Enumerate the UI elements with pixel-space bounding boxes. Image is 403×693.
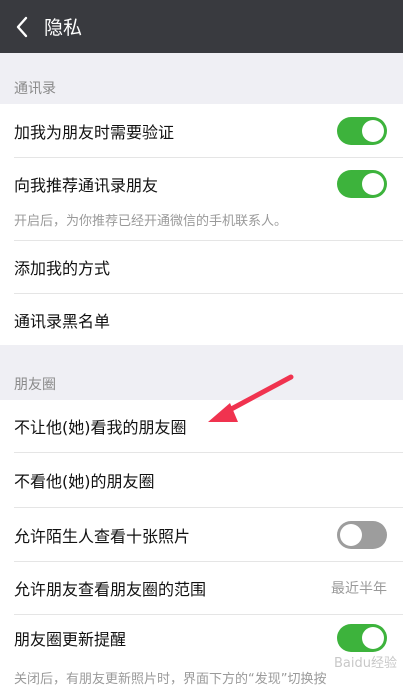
strangers-toggle[interactable] xyxy=(337,520,387,549)
update-remind-toggle[interactable] xyxy=(337,624,387,652)
toggle-knob xyxy=(362,119,384,142)
row-blacklist[interactable]: 通讯录黑名单 xyxy=(0,294,403,345)
chevron-left-icon xyxy=(16,16,28,37)
row-label: 添加我的方式 xyxy=(14,259,111,278)
annotation-arrow-icon xyxy=(208,374,294,422)
update-note: 关闭后，有朋友更新照片时，界面下方的“发现”切换按 xyxy=(14,672,327,687)
verify-toggle[interactable] xyxy=(337,116,387,145)
row-label: 不看他(她)的朋友圈 xyxy=(14,472,155,491)
back-button[interactable] xyxy=(2,0,42,53)
row-dont-see[interactable]: 不看他(她)的朋友圈 xyxy=(0,453,403,507)
recommend-toggle[interactable] xyxy=(337,170,387,198)
watermark: Baidu经验 xyxy=(334,656,397,671)
row-recommend[interactable]: 向我推荐通讯录朋友 xyxy=(0,158,403,210)
row-label: 通讯录黑名单 xyxy=(14,311,111,331)
top-bar: 隐私 xyxy=(0,0,403,53)
row-label: 允许陌生人查看十张照片 xyxy=(14,526,191,546)
row-label: 加我为朋友时需要验证 xyxy=(14,122,175,142)
contacts-card: 加我为朋友时需要验证 向我推荐通讯录朋友 开启后，为你推荐已经开通微信的手机联系… xyxy=(0,104,403,345)
page-title: 隐私 xyxy=(44,17,83,39)
row-label: 朋友圈更新提醒 xyxy=(14,630,127,649)
section-label-contacts: 通讯录 xyxy=(14,81,56,97)
row-strangers[interactable]: 允许陌生人查看十张照片 xyxy=(0,508,403,561)
section-label-moments: 朋友圈 xyxy=(14,377,56,393)
range-value: 最近半年 xyxy=(331,581,387,597)
row-label: 向我推荐通讯录朋友 xyxy=(14,176,159,195)
toggle-knob xyxy=(340,523,362,546)
row-add-methods[interactable]: 添加我的方式 xyxy=(0,241,403,293)
row-label: 不让他(她)看我的朋友圈 xyxy=(14,418,187,437)
row-label: 允许朋友查看朋友圈的范围 xyxy=(14,580,207,599)
row-range[interactable]: 允许朋友查看朋友圈的范围 最近半年 xyxy=(0,562,403,614)
recommend-note: 开启后，为你推荐已经开通微信的手机联系人。 xyxy=(14,214,288,229)
toggle-knob xyxy=(362,627,384,649)
toggle-knob xyxy=(362,173,384,195)
row-verify[interactable]: 加我为朋友时需要验证 xyxy=(0,104,403,157)
moments-card: 不让他(她)看我的朋友圈 不看他(她)的朋友圈 允许陌生人查看十张照片 允许朋友… xyxy=(0,400,403,693)
